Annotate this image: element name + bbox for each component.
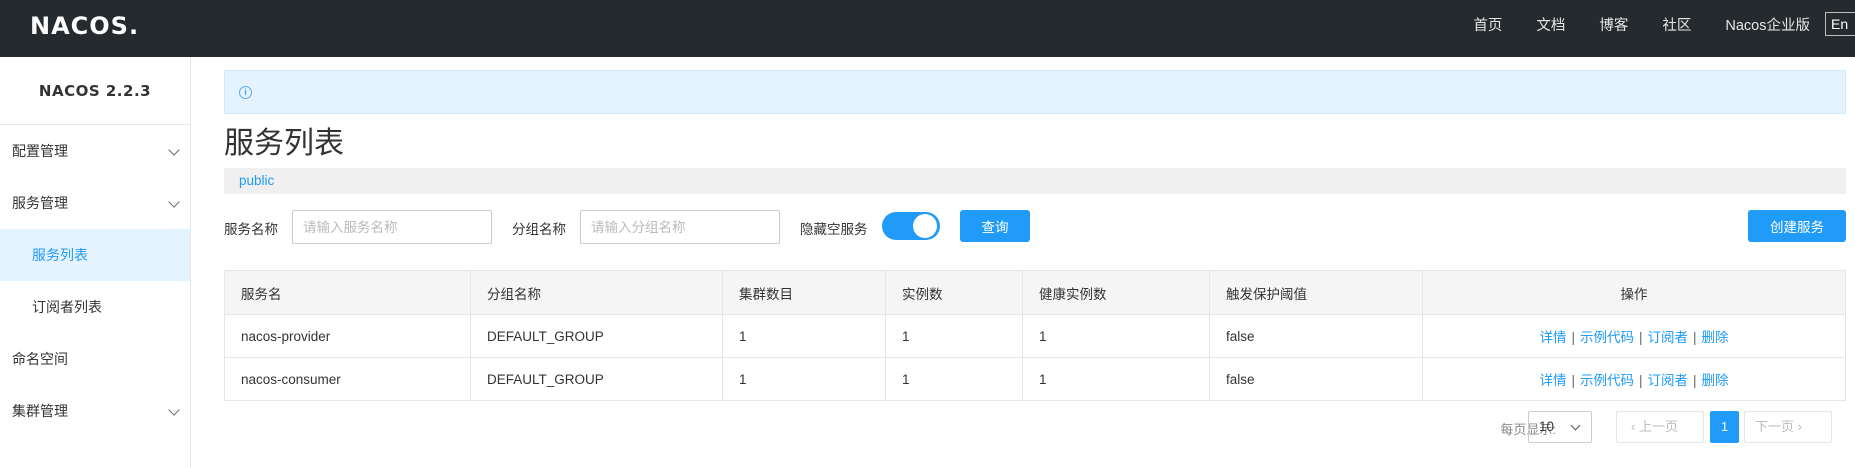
col-operations: 操作 — [1422, 270, 1846, 315]
sidebar-item-namespace[interactable]: 命名空间 — [0, 333, 190, 385]
sidebar-item-label: 订阅者列表 — [32, 299, 102, 315]
pagination: 每页显示: 10 ‹ 上一页 1 下一页 › — [224, 411, 1846, 443]
col-cluster-count: 集群数目 — [722, 270, 886, 315]
table-row: nacos-consumer DEFAULT_GROUP 1 1 1 false… — [224, 357, 1846, 401]
delete-link[interactable]: 删除 — [1702, 330, 1729, 345]
nav-community[interactable]: 社区 — [1662, 14, 1691, 35]
query-button[interactable]: 查询 — [960, 210, 1030, 242]
cell-group-name: DEFAULT_GROUP — [470, 314, 723, 358]
cell-service-name: nacos-provider — [224, 314, 471, 358]
table-header-row: 服务名 分组名称 集群数目 实例数 健康实例数 触发保护阈值 操作 — [224, 270, 1846, 315]
main-content: i 服务列表 public 服务名称 分组名称 隐藏空服务 查询 创建服务 服务… — [224, 70, 1846, 443]
prev-page-label: 上一页 — [1638, 419, 1678, 434]
group-name-input[interactable] — [580, 210, 780, 244]
chevron-down-icon — [1570, 420, 1581, 431]
toggle-knob — [913, 214, 937, 238]
service-name-input[interactable] — [292, 210, 492, 244]
nav-enterprise[interactable]: Nacos企业版 — [1725, 14, 1810, 35]
chevron-left-icon: ‹ — [1631, 419, 1639, 434]
cell-operations: 详情 | 示例代码 | 订阅者 | 删除 — [1422, 314, 1846, 358]
nav-home[interactable]: 首页 — [1473, 14, 1502, 35]
top-navbar: NACOS. 首页 文档 博客 社区 Nacos企业版 En — [0, 0, 1855, 57]
sidebar: NACOS 2.2.3 配置管理 服务管理 服务列表 订阅者列表 命名空间 集群… — [0, 57, 191, 468]
prev-page-button[interactable]: ‹ 上一页 — [1616, 411, 1704, 443]
page-1-button[interactable]: 1 — [1710, 411, 1739, 443]
col-healthy-instances: 健康实例数 — [1022, 270, 1210, 315]
nav-blog[interactable]: 博客 — [1599, 14, 1628, 35]
sidebar-item-label: 集群管理 — [12, 403, 68, 419]
cell-operations: 详情 | 示例代码 | 订阅者 | 删除 — [1422, 357, 1846, 401]
service-name-label: 服务名称 — [224, 222, 278, 237]
cell-group-name: DEFAULT_GROUP — [470, 357, 723, 401]
col-group-name: 分组名称 — [470, 270, 723, 315]
cell-cluster-count: 1 — [722, 357, 886, 401]
cell-protect-threshold: false — [1209, 357, 1423, 401]
sidebar-item-label: 服务列表 — [32, 247, 88, 263]
sidebar-item-label: 配置管理 — [12, 143, 68, 159]
table-row: nacos-provider DEFAULT_GROUP 1 1 1 false… — [224, 314, 1846, 358]
page-title: 服务列表 — [224, 127, 344, 160]
nacos-logo[interactable]: NACOS. — [30, 12, 139, 40]
detail-link[interactable]: 详情 — [1539, 330, 1566, 345]
sidebar-item-subscriber-list[interactable]: 订阅者列表 — [0, 281, 190, 333]
col-protect-threshold: 触发保护阈值 — [1209, 270, 1423, 315]
subscriber-link[interactable]: 订阅者 — [1648, 373, 1689, 388]
info-notice-banner: i — [224, 70, 1846, 114]
cell-cluster-count: 1 — [722, 314, 886, 358]
sample-code-link[interactable]: 示例代码 — [1580, 330, 1634, 345]
sidebar-item-service-list[interactable]: 服务列表 — [0, 229, 190, 281]
sidebar-item-label: 服务管理 — [12, 195, 68, 211]
page-size-value: 10 — [1539, 419, 1555, 434]
hide-empty-toggle[interactable] — [882, 212, 940, 240]
filter-bar: 服务名称 分组名称 隐藏空服务 查询 创建服务 — [224, 210, 1846, 244]
detail-link[interactable]: 详情 — [1539, 373, 1566, 388]
sidebar-item-label: 命名空间 — [12, 351, 68, 367]
sidebar-item-config-management[interactable]: 配置管理 — [0, 125, 190, 177]
namespace-public[interactable]: public — [239, 173, 274, 188]
sample-code-link[interactable]: 示例代码 — [1580, 373, 1634, 388]
create-service-button[interactable]: 创建服务 — [1748, 210, 1846, 242]
sidebar-item-service-management[interactable]: 服务管理 — [0, 177, 190, 229]
info-icon: i — [239, 86, 252, 99]
cell-service-name: nacos-consumer — [224, 357, 471, 401]
chevron-right-icon: › — [1794, 419, 1802, 434]
page-size-select[interactable]: 10 — [1528, 411, 1592, 443]
cell-healthy-instances: 1 — [1022, 314, 1210, 358]
sidebar-item-cluster-management[interactable]: 集群管理 — [0, 385, 190, 437]
chevron-down-icon — [168, 196, 180, 208]
next-page-button[interactable]: 下一页 › — [1744, 411, 1832, 443]
cell-protect-threshold: false — [1209, 314, 1423, 358]
top-nav: 首页 文档 博客 社区 Nacos企业版 — [1439, 0, 1810, 48]
chevron-down-icon — [168, 404, 180, 416]
service-table: 服务名 分组名称 集群数目 实例数 健康实例数 触发保护阈值 操作 nacos-… — [224, 270, 1846, 401]
hide-empty-label: 隐藏空服务 — [800, 222, 868, 237]
cell-healthy-instances: 1 — [1022, 357, 1210, 401]
next-page-label: 下一页 — [1755, 419, 1795, 434]
col-service-name: 服务名 — [224, 270, 471, 315]
subscriber-link[interactable]: 订阅者 — [1648, 330, 1689, 345]
language-switch-button[interactable]: En — [1825, 12, 1855, 36]
chevron-down-icon — [168, 144, 180, 156]
group-name-label: 分组名称 — [512, 222, 566, 237]
cell-instance-count: 1 — [885, 357, 1023, 401]
nav-docs[interactable]: 文档 — [1536, 14, 1565, 35]
namespace-bar: public — [224, 168, 1846, 194]
col-instance-count: 实例数 — [885, 270, 1023, 315]
version-label: NACOS 2.2.3 — [0, 57, 190, 125]
cell-instance-count: 1 — [885, 314, 1023, 358]
delete-link[interactable]: 删除 — [1702, 373, 1729, 388]
